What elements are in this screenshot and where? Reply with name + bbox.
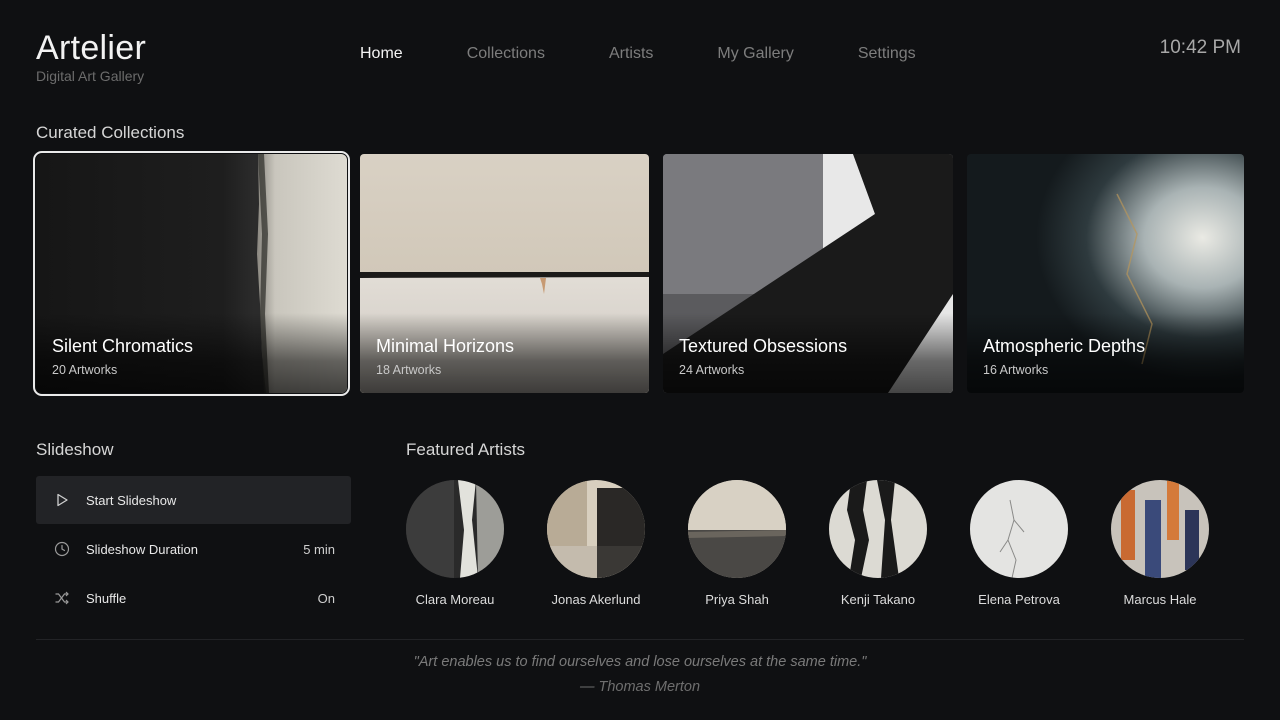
- nav-artists[interactable]: Artists: [609, 44, 653, 64]
- artist-name: Clara Moreau: [415, 592, 495, 607]
- nav-my-gallery[interactable]: My Gallery: [717, 44, 793, 64]
- artist-name: Marcus Hale: [1123, 592, 1197, 607]
- avatar: [1111, 480, 1209, 578]
- featured-artists-heading: Featured Artists: [406, 440, 526, 459]
- slideshow-duration-row[interactable]: Slideshow Duration 5 min: [36, 525, 351, 573]
- collection-card-silent-chromatics[interactable]: Silent Chromatics 20 Artworks: [33, 151, 350, 396]
- collections-row: Silent Chromatics 20 Artworks Minimal Ho…: [33, 151, 1244, 396]
- shuffle-value: On: [317, 590, 335, 606]
- slideshow-panel: Start Slideshow Slideshow Duration 5 min…: [36, 476, 351, 623]
- avatar: [406, 480, 504, 578]
- collection-title: Atmospheric Depths: [983, 336, 1146, 356]
- artist-name: Kenji Takano: [840, 592, 916, 607]
- artist-jonas-akerlund[interactable]: Jonas Akerlund: [531, 480, 661, 607]
- play-icon: [54, 492, 70, 508]
- nav-collections[interactable]: Collections: [467, 44, 545, 64]
- avatar: [688, 480, 786, 578]
- avatar: [547, 480, 645, 578]
- shuffle-row[interactable]: Shuffle On: [36, 574, 351, 622]
- collection-count: 24 Artworks: [679, 363, 745, 377]
- slideshow-duration-value: 5 min: [303, 541, 335, 557]
- avatar: [970, 480, 1068, 578]
- app-subtitle: Digital Art Gallery: [36, 68, 145, 84]
- nav-settings[interactable]: Settings: [858, 44, 916, 64]
- collection-card-atmospheric-depths[interactable]: Atmospheric Depths 16 Artworks: [967, 154, 1244, 393]
- artist-clara-moreau[interactable]: Clara Moreau: [390, 480, 520, 607]
- app-title: Artelier: [36, 29, 147, 67]
- artist-name: Elena Petrova: [978, 592, 1060, 607]
- clock: 10:42 PM: [1159, 37, 1241, 58]
- collection-title: Silent Chromatics: [52, 336, 194, 356]
- shuffle-icon: [54, 590, 70, 606]
- quote-author: — Thomas Merton: [579, 679, 701, 695]
- artist-elena-petrova[interactable]: Elena Petrova: [954, 480, 1084, 607]
- artist-name: Priya Shah: [705, 592, 769, 607]
- main-nav: Home Collections Artists My Gallery Sett…: [360, 44, 916, 64]
- collection-title: Minimal Horizons: [376, 336, 515, 356]
- collections-heading: Curated Collections: [36, 123, 185, 142]
- footer-divider: [36, 639, 1244, 640]
- collection-card-minimal-horizons[interactable]: Minimal Horizons 18 Artworks: [360, 154, 649, 393]
- collection-card-textured-obsessions[interactable]: Textured Obsessions 24 Artworks: [663, 154, 953, 393]
- collection-count: 20 Artworks: [52, 363, 118, 377]
- collection-count: 18 Artworks: [376, 363, 442, 377]
- shuffle-label: Shuffle: [86, 590, 127, 606]
- slideshow-heading: Slideshow: [36, 440, 114, 459]
- artist-marcus-hale[interactable]: Marcus Hale: [1095, 480, 1225, 607]
- quote-text: "Art enables us to find ourselves and lo…: [413, 654, 867, 670]
- collection-count: 16 Artworks: [983, 363, 1049, 377]
- collection-title: Textured Obsessions: [679, 336, 848, 356]
- artist-kenji-takano[interactable]: Kenji Takano: [813, 480, 943, 607]
- brand: Artelier Digital Art Gallery: [36, 28, 146, 84]
- start-slideshow-button[interactable]: Start Slideshow: [36, 476, 351, 524]
- clock-icon: [54, 541, 70, 557]
- artist-priya-shah[interactable]: Priya Shah: [672, 480, 802, 607]
- start-slideshow-label: Start Slideshow: [86, 492, 177, 508]
- artist-name: Jonas Akerlund: [551, 592, 641, 607]
- avatar: [829, 480, 927, 578]
- slideshow-duration-label: Slideshow Duration: [86, 541, 199, 557]
- nav-home[interactable]: Home: [360, 44, 403, 64]
